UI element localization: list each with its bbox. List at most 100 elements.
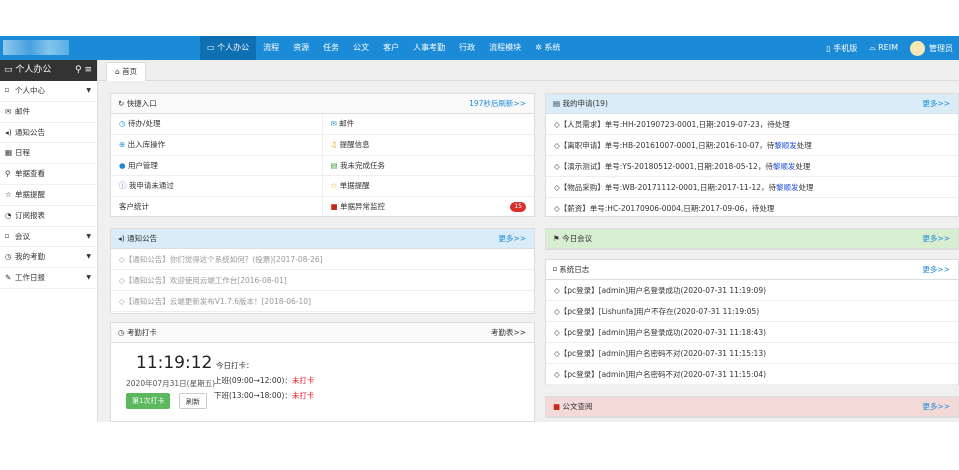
doc-query-more-link[interactable]: 更多>> xyxy=(922,397,950,417)
nav-process[interactable]: 流程 xyxy=(256,36,286,60)
nav-personal[interactable]: ▭ 个人办公 xyxy=(200,36,257,60)
system-log-more-link[interactable]: 更多>> xyxy=(922,260,950,280)
doc-query-panel: ■ 公文查阅 更多>> xyxy=(545,396,959,418)
my-application-header: ▤ 我的申请(19) 更多>> xyxy=(546,94,958,114)
avatar xyxy=(910,40,925,56)
speaker-icon: ◂) xyxy=(5,127,12,137)
sidebar-menu: ⌑ 个人中心 ▼ ✉ 邮件 ◂) 通知公告 ▦ 日程 ⚲ 单据查看 ☆ 单据提醒 ◔ 订阅报表 ⌑ 会议 ▼ ◷ 我的… xyxy=(0,81,97,289)
nav-resource[interactable]: 资源 xyxy=(286,36,316,60)
log-text: 【pc登录】[admin]用户名密码不对(2020-07-31 11:15:13… xyxy=(559,349,767,358)
menu-icon[interactable]: ≡ xyxy=(84,65,92,75)
mail-icon: ✉ xyxy=(5,106,12,116)
sidebar-item[interactable]: ✎ 工作日报 ▼ xyxy=(0,268,97,289)
quick-entry-label: 待办/处理 xyxy=(127,119,161,128)
nav-customer[interactable]: 客户 xyxy=(376,36,406,60)
log-item[interactable]: ◇【pc登录】[admin]用户名密码不对(2020-07-31 11:15:0… xyxy=(546,364,958,385)
quick-entry-label: 邮件 xyxy=(339,119,355,128)
auto-refresh-link[interactable]: 197秒后刷新>> xyxy=(469,94,526,114)
log-item[interactable]: ◇【pc登录】[admin]用户名登录成功(2020-07-31 11:18:4… xyxy=(546,322,958,343)
tab-home[interactable]: ⌂ 首页 xyxy=(106,62,147,81)
right-nav: ▯ 手机版 ⌓ REIM 管理员 xyxy=(820,36,959,60)
application-item[interactable]: ◇【物品采购】单号:WB-20171112-0001,日期:2017-11-12… xyxy=(546,177,958,198)
quick-entry-label: 用户管理 xyxy=(127,160,158,170)
user-menu[interactable]: 管理员 xyxy=(904,40,959,56)
application-item[interactable]: ◇【薪资】单号:HC-20170906-0004,日期:2017-09-06，待… xyxy=(546,198,958,219)
sidebar-item[interactable]: ⌑ 个人中心 ▼ xyxy=(0,81,97,102)
sidebar-item[interactable]: ◷ 我的考勤 ▼ xyxy=(0,247,97,269)
log-item[interactable]: ◇【pc登录】[admin]用户名登录成功(2020-07-31 11:19:0… xyxy=(546,280,958,301)
gear-icon: ✲ xyxy=(535,43,542,52)
notice-item[interactable]: ◇【通知公告】你们觉得这个系统如何？(投票)[2017-08-26] xyxy=(111,249,534,270)
quick-entry-item[interactable]: ■ 单据异常监控 15 xyxy=(322,197,534,218)
quick-entry-label: 单据提醒 xyxy=(339,181,370,191)
application-item[interactable]: ◇【人员需求】单号:HH-20190723-0001,日期:2019-07-23… xyxy=(546,114,958,135)
sidebar-item[interactable]: ⌑ 会议 ▼ xyxy=(0,227,97,248)
notice-item[interactable]: ◇【通知公告】云端更新发布V1.7.6版本！[2018-06-10] xyxy=(111,291,534,312)
quick-entry-item[interactable]: ◷ 待办/处理 xyxy=(111,114,323,135)
sidebar-item-label: 单据查看 xyxy=(15,169,45,179)
clock-display: 11:19:12 xyxy=(136,353,213,373)
application-item[interactable]: ◇【演示测试】单号:YS-20180512-0001,日期:2018-05-12… xyxy=(546,156,958,177)
clock-icon: ◷ xyxy=(118,328,125,337)
sidebar-item[interactable]: ☆ 单据提醒 xyxy=(0,185,97,206)
my-application-more-link[interactable]: 更多>> xyxy=(922,94,950,114)
application-status: 处理 xyxy=(798,183,814,192)
notice-item[interactable]: ◇【通知公告】欢迎使用云端工作台[2016-08-01] xyxy=(111,270,534,291)
application-status: 处理 xyxy=(795,162,811,171)
meeting-more-link[interactable]: 更多>> xyxy=(922,229,950,249)
sidebar-item[interactable]: ◂) 通知公告 xyxy=(0,123,97,144)
bookmark-icon: ⌑ xyxy=(5,231,9,241)
quick-entry-panel: ↻ 快捷入口 197秒后刷新>> ◷ 待办/处理 ✉ 邮件 ⊕ 出入库操作 ♫ 提醒信… xyxy=(110,93,535,218)
main-nav: ▭ 个人办公 流程 资源 任务 公文 客户 人事考勤 行政 流程模块 ✲ 系统 xyxy=(200,36,567,60)
nav-admin[interactable]: 行政 xyxy=(452,36,482,60)
log-item[interactable]: ◇【pc登录】[Lishunfa]用户不存在(2020-07-31 11:19:… xyxy=(546,301,958,322)
log-list: ◇【pc登录】[admin]用户名登录成功(2020-07-31 11:19:0… xyxy=(546,280,958,385)
quick-entry-item[interactable]: ● 用户管理 xyxy=(111,155,323,177)
quick-entry-label: 单据异常监控 xyxy=(339,202,385,212)
notice-more-link[interactable]: 更多>> xyxy=(498,229,526,249)
sidebar-item[interactable]: ⚲ 单据查看 xyxy=(0,164,97,185)
quick-entry-item[interactable]: ⓘ 我申请未通过 xyxy=(111,176,323,198)
punch-button[interactable]: 第1次打卡 xyxy=(126,393,171,409)
speaker-icon: ◂) xyxy=(118,234,125,243)
quick-entry-item[interactable]: ✉ 邮件 xyxy=(322,114,534,135)
afternoon-row: 下班(13:00→18:00)：未打卡 xyxy=(214,391,315,400)
quick-entry-label: 出入库操作 xyxy=(127,139,166,149)
list-icon: ▤ xyxy=(553,99,561,108)
search-icon[interactable]: ⚲ xyxy=(75,65,82,75)
application-item[interactable]: ◇【离职申请】单号:HB-20161007-0001,日期:2016-10-07… xyxy=(546,135,958,156)
nav-flow-module[interactable]: 流程模块 xyxy=(482,36,528,60)
top-navbar: ▭ 个人办公 流程 资源 任务 公文 客户 人事考勤 行政 流程模块 ✲ 系统 … xyxy=(0,36,959,60)
log-text: 【pc登录】[admin]用户名密码不对(2020-07-31 11:15:04… xyxy=(559,370,767,379)
quick-entry-item[interactable]: ▤ 我未完成任务 xyxy=(322,156,534,177)
caret-down-icon: ▼ xyxy=(86,232,91,240)
quick-entry-item[interactable]: ♫ 提醒信息 xyxy=(322,135,534,156)
quick-entry-item[interactable]: ⊕ 出入库操作 xyxy=(111,134,323,156)
quick-entry-item[interactable]: ☆ 单据提醒 xyxy=(322,176,534,198)
checkin-panel: ◷ 考勤打卡 考勤表>> 11:19:12 2020年07月31日(星期五) 第… xyxy=(110,322,535,422)
refresh-button[interactable]: 刷新 xyxy=(179,393,207,409)
sidebar-header: ▭ 个人办公 ⚲ ≡ xyxy=(0,60,97,81)
mobile-link[interactable]: ▯ 手机版 xyxy=(820,43,863,54)
caret-down-icon: ▼ xyxy=(86,253,91,261)
nav-system[interactable]: ✲ 系统 xyxy=(528,36,567,60)
nav-document[interactable]: 公文 xyxy=(346,36,376,60)
bookmark-icon: ⌑ xyxy=(553,265,557,274)
application-text: 【物品采购】单号:WB-20171112-0001,日期:2017-11-12，… xyxy=(559,183,777,192)
user-icon: ● xyxy=(119,160,128,170)
log-item[interactable]: ◇【pc登录】[admin]用户名密码不对(2020-07-31 11:15:1… xyxy=(546,343,958,364)
sidebar-item[interactable]: ◔ 订阅报表 xyxy=(0,206,97,227)
attendance-sheet-link[interactable]: 考勤表>> xyxy=(491,323,526,343)
nav-hr[interactable]: 人事考勤 xyxy=(406,36,452,60)
reim-link[interactable]: ⌓ REIM xyxy=(863,43,904,53)
monitor-icon: ▭ xyxy=(4,65,13,75)
sidebar-item[interactable]: ▦ 日程 xyxy=(0,143,97,165)
sidebar-item[interactable]: ✉ 邮件 xyxy=(0,102,97,123)
notice-list: ◇【通知公告】你们觉得这个系统如何？(投票)[2017-08-26] ◇【通知公告… xyxy=(111,249,534,312)
application-text: 【演示测试】单号:YS-20180512-0001,日期:2018-05-12，… xyxy=(559,162,773,171)
quick-entry-item[interactable]: 客户统计 xyxy=(111,197,323,218)
clock-icon: ◷ xyxy=(119,119,128,128)
briefcase-icon: ■ xyxy=(553,402,561,411)
nav-task[interactable]: 任务 xyxy=(316,36,346,60)
afternoon-status: 未打卡 xyxy=(291,391,315,400)
